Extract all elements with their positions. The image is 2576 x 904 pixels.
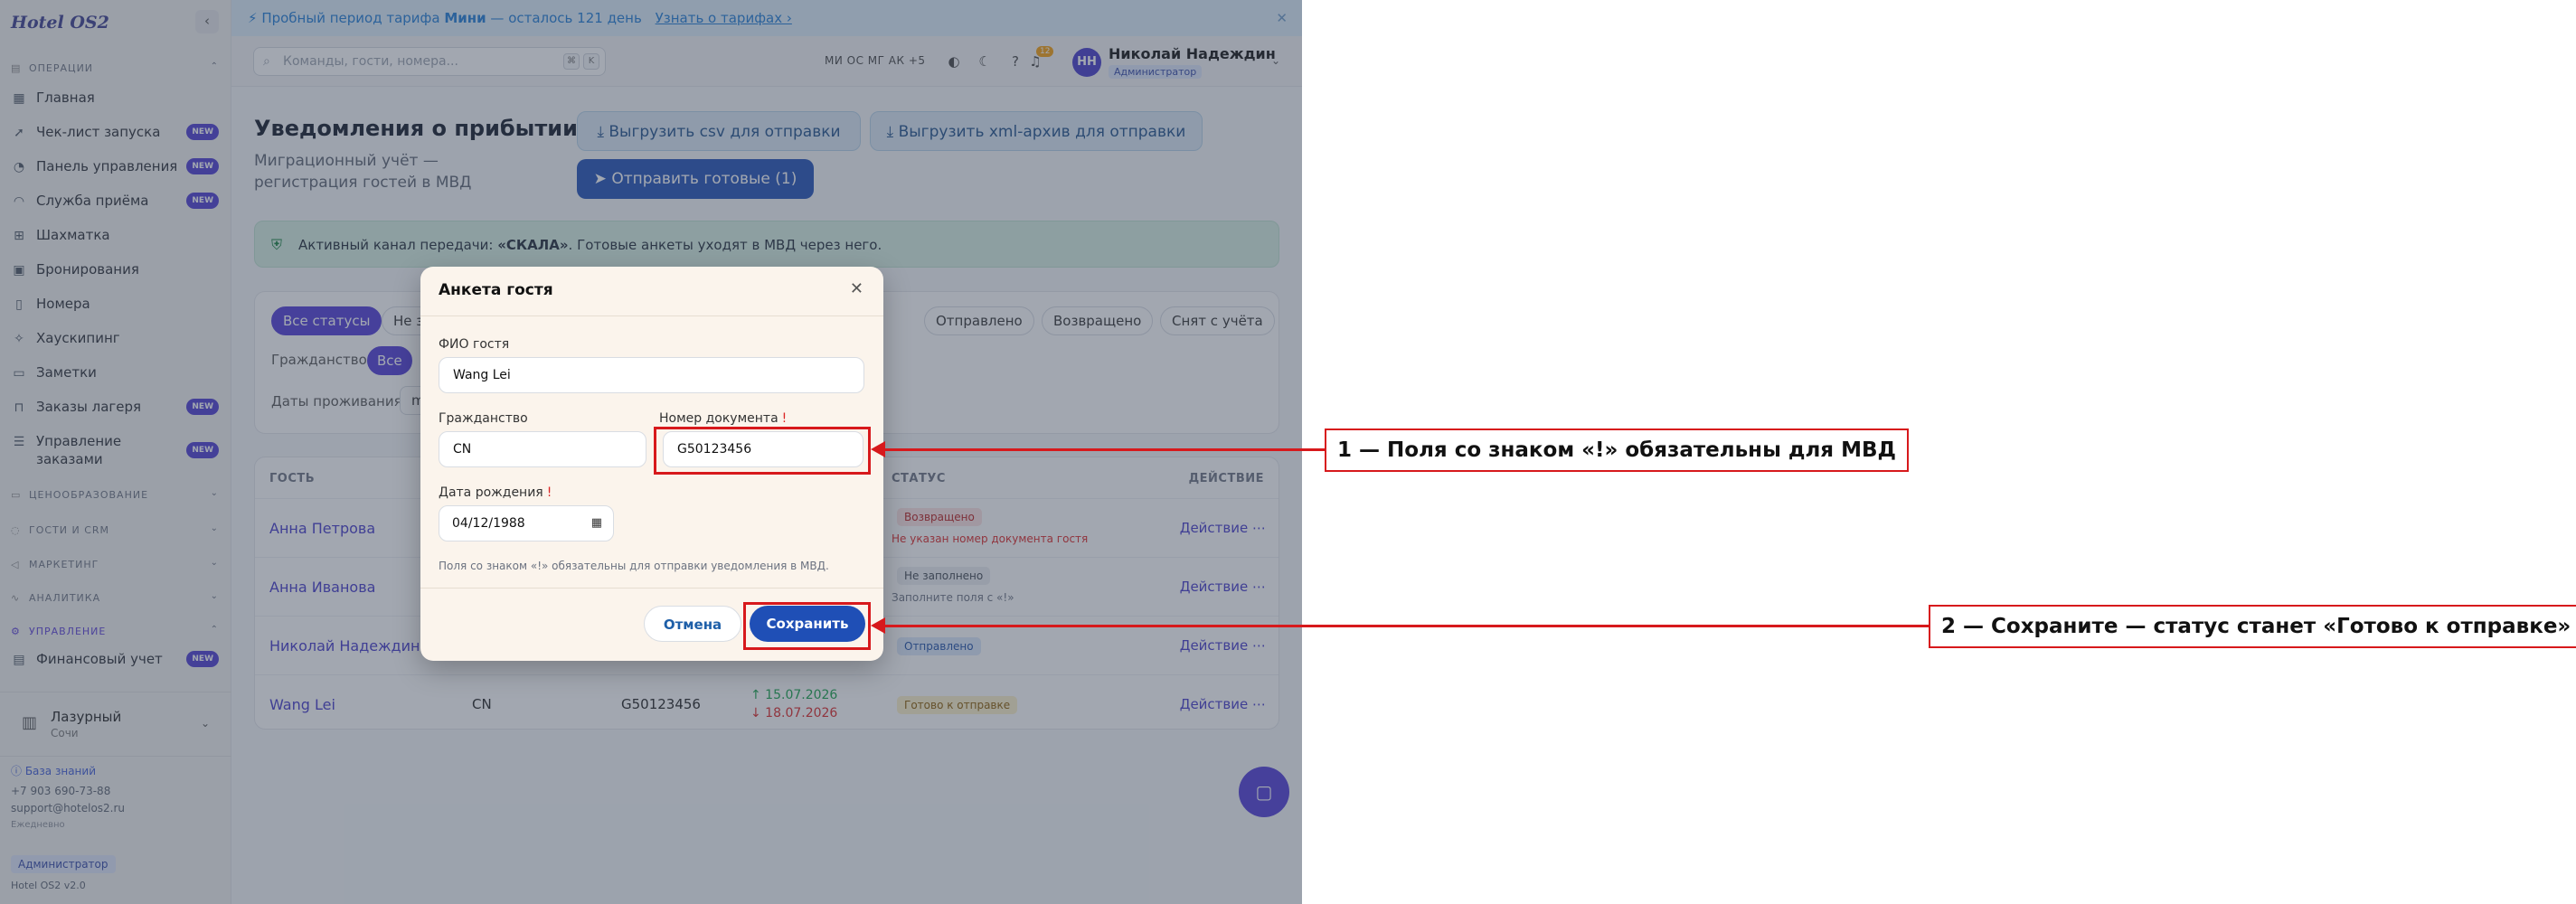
divider [420, 588, 883, 589]
callout-arrow-line [882, 625, 1929, 627]
callout-save: 2 — Сохраните — статус станет «Готово к … [1929, 605, 2576, 648]
fio-field[interactable]: Wang Lei [439, 357, 864, 393]
callout-arrow-line [882, 448, 1325, 451]
required-fields-hint: Поля со знаком «!» обязательны для отпра… [439, 560, 829, 572]
citizenship-field[interactable]: CN [439, 431, 646, 467]
app-window: Hotel OS2 ‹ ▤ Операции ⌃ ▦ Главная ➚ Чек-ли… [0, 0, 1302, 904]
arrow-icon [871, 617, 885, 634]
highlight-save-button [743, 602, 871, 650]
arrow-icon [871, 441, 885, 457]
birth-date-field[interactable]: 04/12/1988 ▦ [439, 505, 614, 541]
divider [420, 315, 883, 316]
modal-title: Анкета гостя [439, 281, 553, 299]
highlight-document-field [654, 427, 871, 475]
required-mark: ! [546, 485, 552, 500]
required-mark: ! [781, 411, 788, 426]
document-number-label: Номер документа! [659, 411, 788, 426]
callout-required-fields: 1 — Поля со знаком «!» обязательны для М… [1325, 428, 1909, 472]
fio-label: ФИО гостя [439, 337, 510, 352]
birth-date-label: Дата рождения! [439, 485, 552, 500]
citizenship-label: Гражданство [439, 411, 528, 426]
calendar-icon[interactable]: ▦ [591, 506, 602, 541]
cancel-button[interactable]: Отмена [644, 606, 741, 642]
close-icon[interactable]: ✕ [850, 279, 863, 298]
